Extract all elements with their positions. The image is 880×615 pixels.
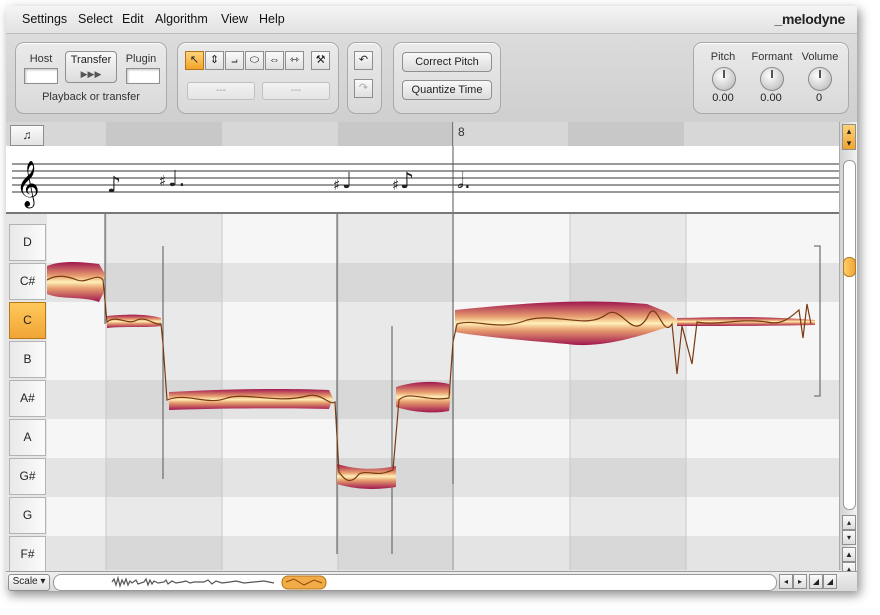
plugin-field[interactable] [126, 68, 160, 84]
horizontal-zoom-out-icon[interactable]: ◢ [809, 574, 823, 589]
sharp-icon: ♯ [392, 176, 399, 194]
tool-value-field-left: --- [187, 82, 255, 100]
menu-algorithm[interactable]: Algorithm [155, 12, 208, 26]
menu-edit[interactable]: Edit [122, 12, 144, 26]
note-editor-canvas [47, 214, 839, 570]
quarter-note-icon: ♩. [168, 167, 185, 192]
knobs-panel: Pitch 0.00 Formant 0.00 Volume 0 [693, 42, 849, 114]
pitch-knob[interactable] [712, 67, 736, 91]
menu-help[interactable]: Help [259, 12, 285, 26]
staff-svg: 𝄞 ♪ ♯ ♩. ♯ ♩ ♯ ♪ 𝅗𝅥. [12, 146, 839, 212]
menu-settings[interactable]: Settings [22, 12, 67, 26]
wrench-icon[interactable]: ⚒ [311, 51, 330, 70]
ruler-band [568, 122, 684, 146]
volume-knob[interactable] [808, 67, 832, 91]
time-handle-tool-icon[interactable]: ⇿ [285, 51, 304, 70]
transfer-button[interactable]: Transfer ▶▶▶ [65, 51, 117, 83]
quarter-note-icon: ♩ [342, 169, 352, 194]
eighth-note-icon: ♪ [107, 173, 121, 198]
formant-knob[interactable] [760, 67, 784, 91]
menu-select[interactable]: Select [78, 12, 113, 26]
sharp-icon: ♯ [333, 176, 340, 194]
scale-button[interactable]: Scale ▾ [8, 574, 50, 591]
menu-bar: Settings Select Edit Algorithm View Help… [6, 6, 857, 34]
transfer-label: Transfer [70, 54, 112, 66]
scroll-right-icon[interactable]: ▸ [793, 574, 807, 589]
half-note-icon: 𝅗𝅥. [457, 169, 471, 194]
treble-clef-icon: 𝄞 [16, 161, 40, 209]
vertical-zoom-out-icon[interactable]: ▲ [842, 547, 856, 562]
overview-track[interactable] [53, 574, 777, 591]
ruler-band [338, 122, 454, 146]
correct-pitch-button[interactable]: Correct Pitch [402, 52, 492, 72]
horizontal-zoom-in-icon[interactable]: ◢ [823, 574, 837, 589]
eighth-note-icon: ♪ [400, 169, 414, 194]
time-tool-icon[interactable]: ⇔ [265, 51, 284, 70]
volume-knob-value: 0 [815, 92, 823, 104]
undo-panel: ↶ ↷ [347, 42, 382, 114]
sharp-icon: ♯ [159, 172, 166, 190]
pitch-tool-icon[interactable]: ⇕ [205, 51, 224, 70]
correction-panel: Correct Pitch Quantize Time [393, 42, 501, 114]
redo-icon[interactable]: ↷ [354, 79, 373, 98]
vertical-scroll-track[interactable] [843, 160, 856, 510]
melodyne-window: Settings Select Edit Algorithm View Help… [6, 6, 857, 591]
pitch-key-a[interactable]: A [9, 419, 46, 456]
notation-staff: 𝄞 ♪ ♯ ♩. ♯ ♩ ♯ ♪ 𝅗𝅥. [6, 146, 839, 214]
vertical-scrollbar[interactable]: ▴ ▾ ▴ ▾ ▲ ▲ [839, 122, 857, 577]
tool-value-field-right: --- [262, 82, 330, 100]
timeline-ruler[interactable] [6, 122, 839, 147]
host-field[interactable] [24, 68, 58, 84]
transport-caption: Playback or transfer [42, 91, 140, 103]
undo-icon[interactable]: ↶ [354, 51, 373, 70]
menu-view[interactable]: View [221, 12, 248, 26]
vertical-scroll-thumb[interactable] [843, 257, 856, 277]
pitch-key-g-sharp[interactable]: G# [9, 458, 46, 495]
scroll-down-icon[interactable]: ▾ [842, 530, 856, 545]
pitch-knob-value: 0.00 [712, 92, 734, 104]
score-toggle-icon[interactable]: ♫ [10, 125, 44, 146]
pitch-key-g[interactable]: G [9, 497, 46, 534]
pitch-modulation-tool-icon[interactable]: ⨼ [225, 51, 244, 70]
amplitude-tool-icon[interactable]: ⬭ [245, 51, 264, 70]
pitch-key-c-sharp[interactable]: C# [9, 263, 46, 300]
pitch-keyboard: D C# C B A# A G# G F# [6, 214, 47, 573]
plugin-label: Plugin [125, 53, 157, 65]
tools-panel: ↖ ⇕ ⨼ ⬭ ⇔ ⇿ ⚒ --- --- [177, 42, 339, 114]
scroll-left-icon[interactable]: ◂ [779, 574, 793, 589]
note-editor[interactable] [47, 214, 839, 570]
formant-knob-value: 0.00 [760, 92, 782, 104]
horizontal-scrollbar: Scale ▾ ◂ ▸ ◢ ◢ [6, 571, 857, 591]
ruler-band [106, 122, 222, 146]
pitch-key-d[interactable]: D [9, 224, 46, 261]
zoom-toggle-icon[interactable]: ▴ ▾ [842, 124, 856, 150]
play-arrows-icon: ▶▶▶ [80, 69, 102, 79]
pitch-key-c[interactable]: C [9, 302, 46, 339]
pitch-key-a-sharp[interactable]: A# [9, 380, 46, 417]
pitch-knob-label: Pitch [710, 51, 736, 63]
pitch-key-f-sharp[interactable]: F# [9, 536, 46, 573]
scroll-up-icon[interactable]: ▴ [842, 515, 856, 530]
bar-line [452, 122, 453, 146]
host-label: Host [29, 53, 53, 65]
bar-number: 8 [458, 125, 465, 139]
formant-knob-label: Formant [751, 51, 793, 63]
pitch-key-b[interactable]: B [9, 341, 46, 378]
volume-knob-label: Volume [801, 51, 839, 63]
quantize-time-button[interactable]: Quantize Time [402, 80, 492, 100]
brand-logo: _melodyne [774, 11, 846, 27]
toolbar: Host Transfer ▶▶▶ Plugin Playback or tra… [6, 34, 857, 123]
transport-panel: Host Transfer ▶▶▶ Plugin Playback or tra… [15, 42, 167, 114]
overview-waveform [111, 575, 327, 590]
arrow-tool-icon[interactable]: ↖ [185, 51, 204, 70]
